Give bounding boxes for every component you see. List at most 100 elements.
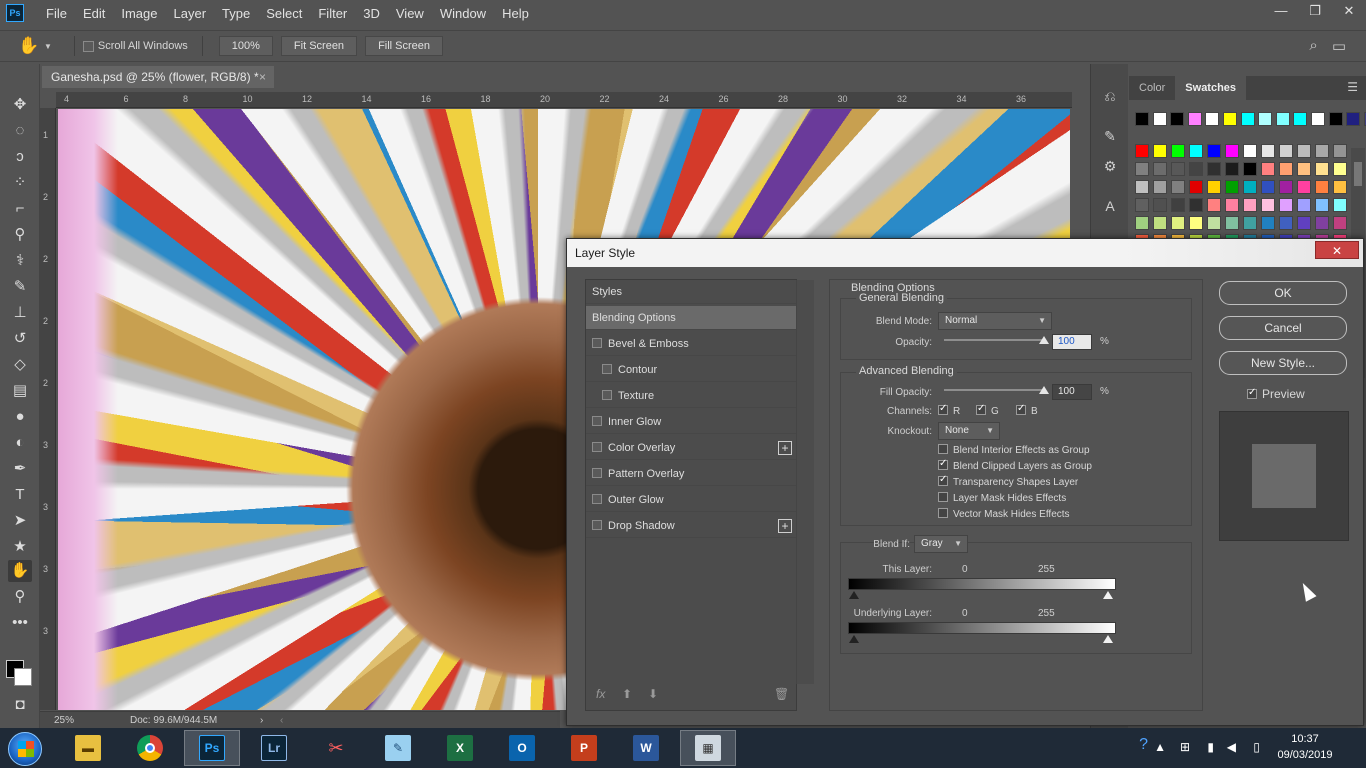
swatch[interactable] [1135, 216, 1149, 230]
scroll-all-windows-checkbox[interactable] [82, 40, 94, 52]
taskbar-calculator[interactable]: ▦ [680, 730, 736, 766]
swatch[interactable] [1189, 198, 1203, 212]
swatch[interactable] [1153, 162, 1167, 176]
shape-tool-icon[interactable]: ★ [8, 536, 32, 558]
hand-tool-icon[interactable]: ✋ [8, 560, 32, 582]
trash-icon[interactable]: 🗑 [774, 687, 789, 701]
blend-if-select[interactable]: Gray ▼ [914, 535, 968, 553]
scrollbar-thumb[interactable] [1354, 162, 1362, 186]
search-icon[interactable]: ⌕ [1309, 37, 1317, 55]
checkbox[interactable] [938, 444, 948, 454]
swatch[interactable] [1315, 216, 1329, 230]
eraser-tool-icon[interactable]: ◇ [8, 354, 32, 376]
workspace-icon[interactable]: ▭ [1332, 37, 1346, 55]
advanced-option-layer-mask-hides-effects[interactable]: Layer Mask Hides Effects [938, 492, 1066, 504]
fill-opacity-input[interactable]: 100 [1052, 384, 1092, 400]
taskbar-lightroom[interactable]: Lr [246, 730, 302, 766]
swatch[interactable] [1135, 162, 1149, 176]
swatch[interactable] [1315, 180, 1329, 194]
styles-list-scrollbar[interactable] [796, 280, 814, 684]
swatch[interactable] [1311, 112, 1325, 126]
underlying-layer-white-slider[interactable] [1103, 635, 1113, 643]
gradient-tool-icon[interactable]: ▤ [8, 380, 32, 402]
swatch[interactable] [1258, 112, 1273, 126]
path-select-tool-icon[interactable]: ➤ [8, 510, 32, 532]
menu-select[interactable]: Select [258, 6, 310, 21]
swatch[interactable] [1152, 112, 1167, 126]
lasso-tool-icon[interactable]: ↄ [8, 146, 32, 168]
style-checkbox[interactable] [602, 390, 612, 400]
menu-filter[interactable]: Filter [310, 6, 355, 21]
swatch[interactable] [1261, 198, 1275, 212]
swatch[interactable] [1207, 216, 1221, 230]
close-button[interactable]: ✕ [1332, 0, 1366, 24]
help-icon[interactable]: ? [1139, 736, 1148, 754]
advanced-option-transparency-shapes-layer[interactable]: Transparency Shapes Layer [938, 474, 1078, 488]
style-item-texture[interactable]: Texture [586, 384, 796, 408]
dialog-title-bar[interactable]: Layer Style [567, 239, 1363, 267]
checkbox[interactable] [1247, 387, 1257, 399]
swatch[interactable] [1275, 112, 1290, 126]
fill-screen-button[interactable]: Fill Screen [365, 36, 444, 56]
taskbar-photoshop[interactable]: Ps [184, 730, 240, 766]
move-up-icon[interactable]: ⬆ [622, 687, 632, 701]
new-style-button[interactable]: New Style... [1219, 351, 1347, 375]
style-checkbox[interactable] [592, 442, 602, 452]
channel-r-checkbox[interactable]: R [938, 403, 960, 417]
swatch[interactable] [1333, 198, 1347, 212]
style-item-outer-glow[interactable]: Outer Glow [586, 488, 796, 512]
style-item-drop-shadow[interactable]: Drop Shadow + [586, 514, 796, 538]
swatch[interactable] [1333, 216, 1347, 230]
preview-checkbox[interactable]: Preview [1247, 387, 1305, 401]
taskbar-powerpoint[interactable]: P [556, 730, 612, 766]
swatch[interactable] [1333, 180, 1347, 194]
this-layer-black-slider[interactable] [849, 591, 859, 599]
menu-window[interactable]: Window [432, 6, 494, 21]
menu-type[interactable]: Type [214, 6, 258, 21]
swatch[interactable] [1240, 112, 1255, 126]
move-down-icon[interactable]: ⬇ [648, 687, 658, 701]
swatch[interactable] [1187, 112, 1202, 126]
show-hidden-icons-icon[interactable]: ▲ [1154, 740, 1166, 754]
style-item-color-overlay[interactable]: Color Overlay + [586, 436, 796, 460]
fill-opacity-slider[interactable] [944, 389, 1044, 391]
move-tool-icon[interactable]: ✥ [8, 94, 32, 116]
swatch[interactable] [1153, 180, 1167, 194]
swatch[interactable] [1225, 180, 1239, 194]
add-effect-icon[interactable]: + [778, 441, 792, 455]
swatch[interactable] [1297, 180, 1311, 194]
swatch[interactable] [1135, 198, 1149, 212]
swatch[interactable] [1225, 198, 1239, 212]
pen-tool-icon[interactable]: ✒ [8, 458, 32, 480]
swatch[interactable] [1189, 144, 1203, 158]
style-checkbox[interactable] [602, 364, 612, 374]
channel-g-checkbox[interactable]: G [976, 403, 999, 417]
swatch[interactable] [1207, 144, 1221, 158]
taskbar-word[interactable]: W [618, 730, 674, 766]
swatch[interactable] [1205, 112, 1220, 126]
checkbox[interactable] [938, 508, 948, 518]
this-layer-gradient[interactable] [848, 578, 1116, 590]
stamp-tool-icon[interactable]: ⊥ [8, 302, 32, 324]
opacity-input[interactable]: 100 [1052, 334, 1092, 350]
battery-icon[interactable]: ▯ [1253, 740, 1260, 754]
more-tools-icon[interactable]: ••• [8, 612, 32, 634]
swatch[interactable] [1189, 216, 1203, 230]
swatch[interactable] [1261, 162, 1275, 176]
ok-button[interactable]: OK [1219, 281, 1347, 305]
swatch[interactable] [1135, 144, 1149, 158]
swatch[interactable] [1261, 216, 1275, 230]
minimize-button[interactable]: — [1264, 0, 1298, 24]
checkbox[interactable] [1016, 403, 1026, 415]
adjustments-panel-icon[interactable]: ⚙ [1101, 158, 1119, 176]
swatch[interactable] [1135, 112, 1149, 126]
menu-image[interactable]: Image [113, 6, 165, 21]
taskbar-snipping-tool[interactable]: ✂ [308, 730, 364, 766]
swatch[interactable] [1153, 198, 1167, 212]
history-brush-icon[interactable]: ↺ [8, 328, 32, 350]
menu-file[interactable]: File [38, 6, 75, 21]
clock-date[interactable]: 09/03/2019 [1270, 749, 1340, 761]
panel-menu-icon[interactable]: ☰ [1347, 80, 1358, 94]
style-item-inner-glow[interactable]: Inner Glow [586, 410, 796, 434]
type-tool-icon[interactable]: T [8, 484, 32, 506]
